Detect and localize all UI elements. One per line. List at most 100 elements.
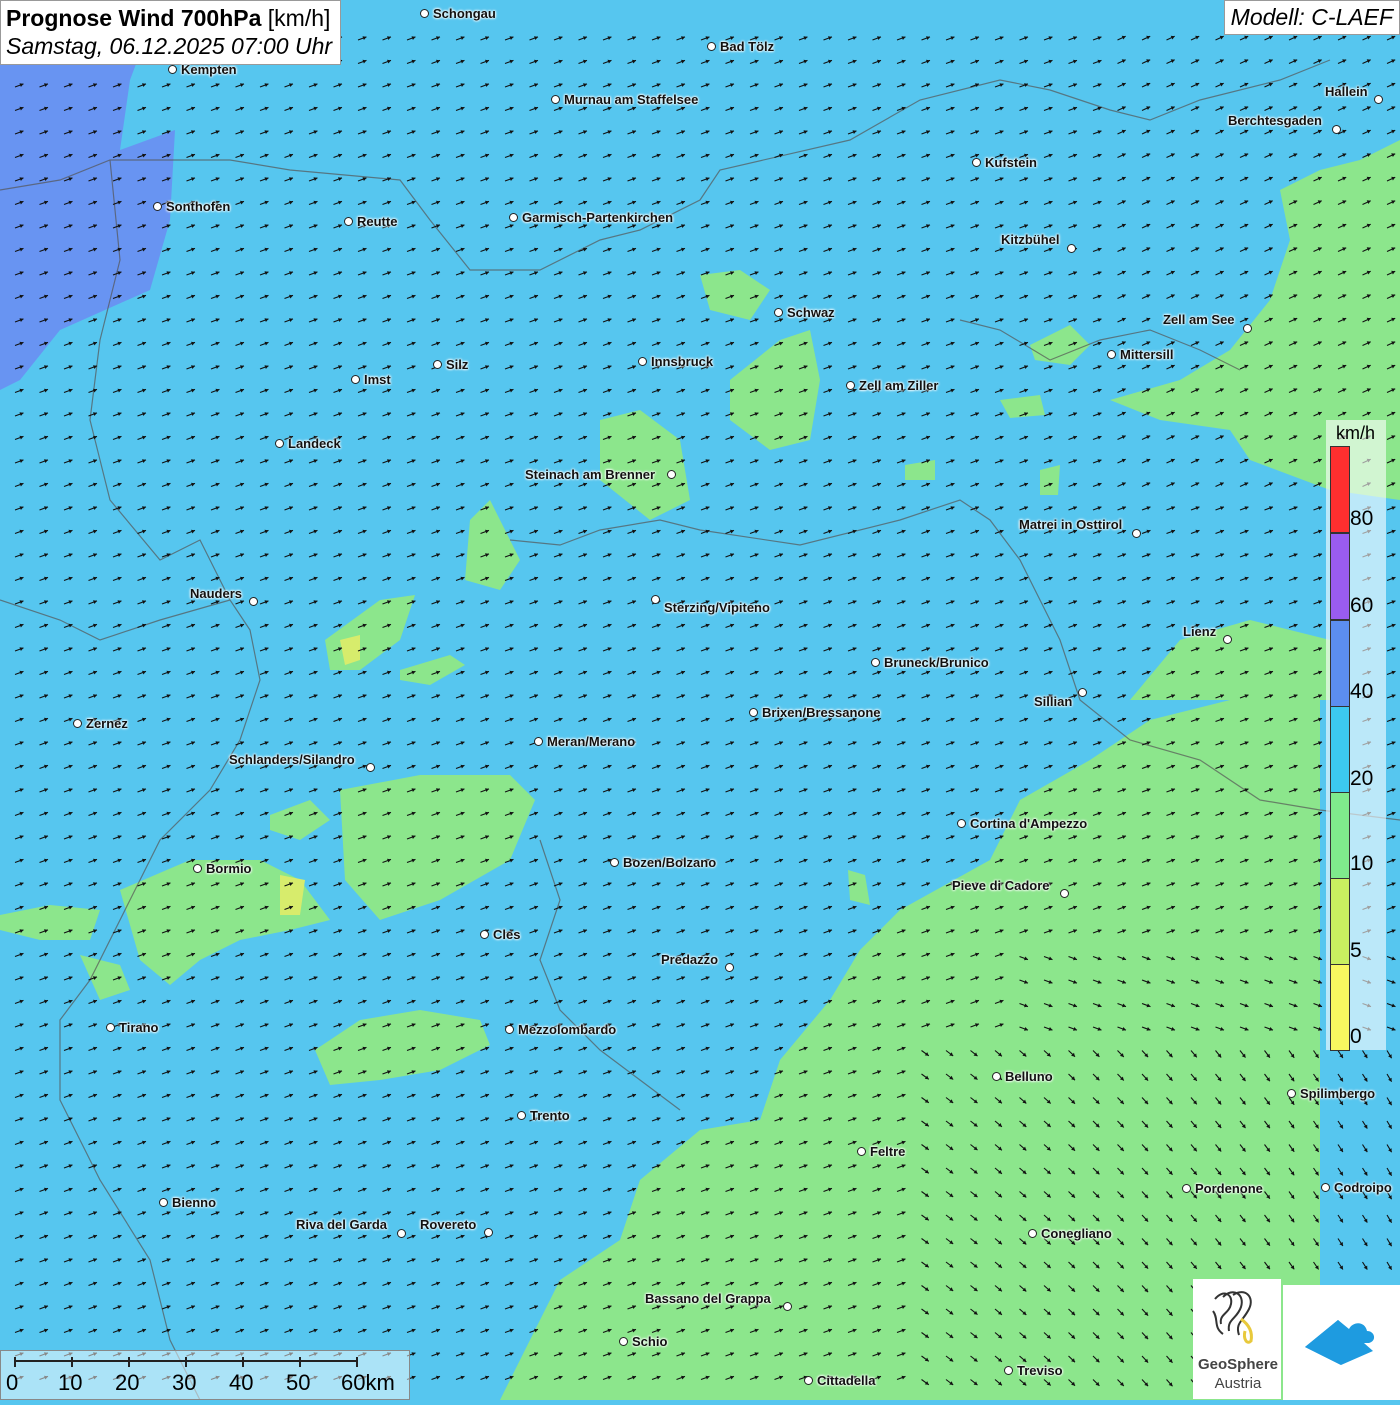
city-marker [517,1111,526,1120]
city-marker [344,217,353,226]
city-label: Kitzbühel [1001,232,1060,247]
scale-label: 10 [58,1370,83,1395]
city-marker [484,1228,493,1237]
city-label: Zell am Ziller [859,378,939,393]
city-marker [783,1302,792,1311]
logo-name: GeoSphere [1197,1356,1279,1373]
city-marker [159,1198,168,1207]
city-marker [707,42,716,51]
city-marker [957,819,966,828]
city-label: Sillian [1034,694,1073,709]
legend-color-band [1330,706,1350,793]
city-label: Hallein [1325,84,1368,99]
city-marker [1132,529,1141,538]
city-label: Cittadella [817,1373,876,1388]
city-label: Mezzolombardo [518,1022,617,1037]
city-marker [480,930,489,939]
city-marker [871,658,880,667]
city-marker [106,1023,115,1032]
city-label: Rovereto [420,1217,477,1232]
logo-sub: Austria [1214,1375,1262,1392]
model-label: Modell: C-LAEF [1223,0,1400,35]
legend-tick-label: 0 [1350,1025,1362,1048]
city-label: Innsbruck [651,354,714,369]
city-label: Kempten [181,62,237,77]
city-label: Belluno [1005,1069,1053,1084]
legend-color-band [1330,792,1350,879]
city-label: Murnau am Staffelsee [564,92,699,107]
legend-color-band [1330,533,1350,620]
city-label: Schwaz [787,305,835,320]
city-label: Silz [446,357,469,372]
city-marker [1107,350,1116,359]
city-label: Predazzo [661,952,719,967]
city-label: Landeck [288,436,341,451]
city-marker [351,375,360,384]
legend-color-band [1330,878,1350,965]
city-marker [509,213,518,222]
scale-label: 50 [286,1370,311,1395]
city-label: Bruneck/Brunico [884,655,989,670]
legend-tick-label: 60 [1350,594,1374,617]
city-label: Spilimbergo [1300,1086,1376,1101]
city-label: Pordenone [1195,1181,1263,1196]
city-marker [1321,1183,1330,1192]
city-marker [1332,125,1341,134]
map-title: Prognose Wind 700hPa [km/h] [6,5,331,31]
city-label: Trento [530,1108,570,1123]
city-marker [992,1072,1001,1081]
city-marker [193,864,202,873]
city-label: Zernez [86,716,128,731]
scale-label: 60km [341,1370,395,1395]
city-label: Brixen/Bressanone [762,705,881,720]
city-label: Schio [632,1334,668,1349]
city-label: Sonthofen [166,199,231,214]
city-marker [804,1376,813,1385]
city-label: Bormio [206,861,252,876]
city-label: Treviso [1017,1363,1063,1378]
city-label: Steinach am Brenner [525,467,656,482]
scale-label: 40 [229,1370,254,1395]
city-marker [1287,1089,1296,1098]
city-marker [249,597,258,606]
scale-label: 20 [115,1370,140,1395]
forecast-datetime: Samstag, 06.12.2025 07:00 Uhr [6,33,333,59]
city-marker [366,763,375,772]
city-marker [1182,1184,1191,1193]
city-marker [651,595,660,604]
legend-tick-label: 10 [1350,852,1374,875]
city-marker [505,1025,514,1034]
city-label: Riva del Garda [296,1217,388,1232]
city-label: Bassano del Grappa [645,1291,771,1306]
city-marker [774,308,783,317]
city-marker [857,1147,866,1156]
city-marker [433,360,442,369]
geosphere-icon [1212,1291,1253,1344]
city-label: Sterzing/Vipiteno [664,600,770,615]
city-marker [1078,688,1087,697]
scale-label: 0 [6,1370,19,1395]
city-label: Tirano [119,1020,159,1035]
cloud-arrow-icon [1305,1320,1375,1365]
city-label: Kufstein [985,155,1037,170]
legend-color-band [1330,964,1350,1051]
city-label: Codroipo [1334,1180,1392,1195]
city-label: Matrei in Osttirol [1019,517,1123,532]
city-label: Mittersill [1120,347,1174,362]
title-panel: Prognose Wind 700hPa [km/h] Samstag, 06.… [0,0,342,65]
city-marker [610,858,619,867]
city-marker [1004,1366,1013,1375]
city-marker [725,963,734,972]
city-label: Bienno [172,1195,217,1210]
city-marker [153,202,162,211]
city-label: Cortina d'Ampezzo [970,816,1088,831]
city-marker [638,357,647,366]
city-label: Schlanders/Silandro [229,752,355,767]
city-label: Pieve di Cadore [952,878,1050,893]
city-label: Zell am See [1163,312,1235,327]
city-marker [1223,635,1232,644]
city-label: Reutte [357,214,398,229]
city-label: Imst [364,372,391,387]
legend-tick-label: 5 [1350,939,1362,962]
city-marker [667,470,676,479]
